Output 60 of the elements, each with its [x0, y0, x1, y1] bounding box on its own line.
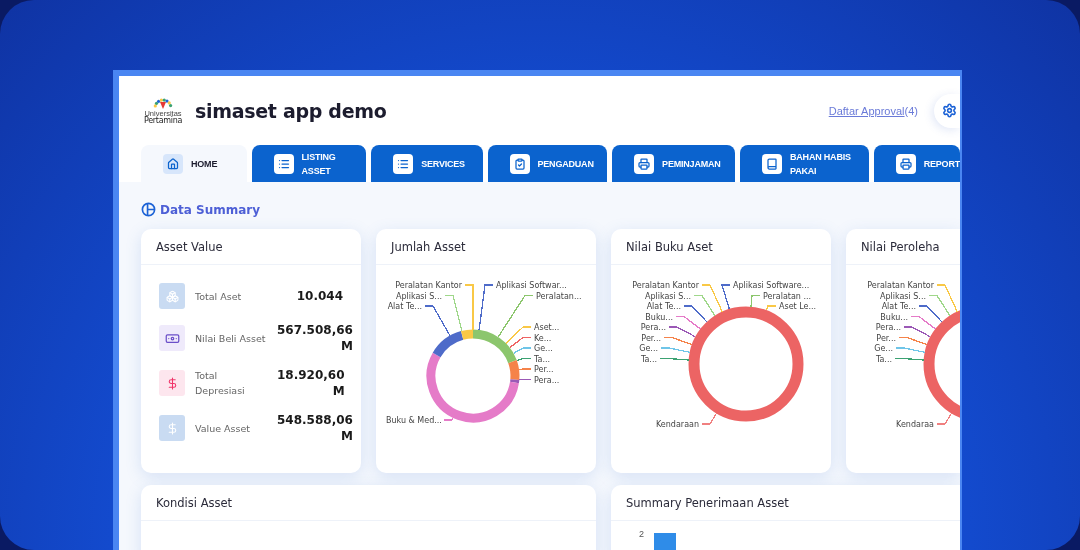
chart-label: Ge... [534, 344, 553, 353]
axis-tick-label: 2 [639, 529, 644, 539]
nav-tab[interactable]: REPORT [873, 145, 960, 182]
chart-label: Ke... [534, 333, 552, 343]
stat-value: 567.508,66 M [277, 322, 353, 354]
chart-label: Aset Le... [779, 302, 817, 311]
nav-tab[interactable]: LISTING ASSET [251, 145, 367, 182]
chart-label: Buku & Med... [386, 416, 442, 425]
chart-label: Buku... [645, 312, 673, 322]
approval-count: (4) [904, 104, 918, 117]
chart-label: Peralatan ... [763, 291, 812, 301]
card-title: Nilai Peroleha [861, 239, 940, 254]
nav-tab[interactable]: SERVICES [371, 145, 483, 182]
chart-label: Alat Te... [646, 302, 681, 311]
chart-label: Ta... [875, 354, 892, 364]
chart-label: Kendaraan [656, 420, 699, 429]
nav-tab[interactable]: PENGADUAN [487, 145, 608, 182]
chart-label: Peralatan... [536, 291, 582, 301]
chart-label: Per... [534, 365, 554, 374]
nav-tab[interactable]: PEMINJAMAN [612, 145, 735, 182]
chart-label: Per... [641, 333, 661, 343]
card-title: Summary Penerimaan Asset [626, 495, 789, 510]
chart-label: Ta... [640, 354, 657, 364]
stat-label: Total Depresiasi [195, 369, 246, 398]
app-title: simaset app demo [195, 99, 388, 122]
chart-label: Ta... [534, 354, 551, 364]
chart-label: Pera... [875, 323, 901, 332]
approval-link[interactable]: Daftar Approval [828, 104, 905, 117]
chart-label: Aplikasi S... [644, 291, 691, 301]
chart-label: Peralatan Kantor [632, 281, 699, 290]
stat-label: Nilai Beli Asset [195, 331, 267, 346]
chart-label: Peralatan Kantor [867, 281, 934, 290]
chart-label: Alat Te... [881, 302, 916, 311]
section-title: Data Summary [160, 202, 261, 217]
chart-label: Aplikasi Softwar... [496, 281, 567, 290]
chart-label: Aplikasi S... [879, 291, 926, 301]
stat-label: Total Aset [195, 289, 243, 304]
card-title: Nilai Buku Aset [626, 239, 713, 254]
chart-label: Aplikasi Software... [733, 281, 810, 290]
chart-label: Per... [876, 333, 896, 343]
card-title: Asset Value [156, 239, 223, 254]
chart-label: Pera... [534, 375, 560, 385]
nav-tab[interactable]: HOME [141, 145, 247, 182]
chart-label: Pera... [640, 323, 666, 332]
chart-label: Ge... [639, 344, 658, 353]
chart-label: Buku... [880, 312, 908, 322]
chart-label: Aplikasi S... [395, 291, 442, 301]
chart-label: Alat Te... [387, 302, 422, 311]
nav-tab[interactable]: BAHAN HABIS PAKAI [740, 145, 869, 182]
stat-value: 10.044 [295, 288, 343, 304]
card-title: Jumlah Asset [391, 239, 466, 254]
chart-label: Peralatan Kantor [395, 281, 462, 290]
stat-value: 548.588,06 M [277, 412, 353, 444]
chart-label: Ge... [874, 344, 893, 353]
logo-text: Pertamina [143, 117, 183, 126]
stat-label: Value Asset [195, 421, 252, 436]
stat-value: 18.920,60 M [277, 367, 345, 399]
card-title: Kondisi Asset [156, 495, 233, 510]
chart-label: Aset... [534, 323, 560, 332]
chart-label: Kendaraa [896, 420, 934, 429]
